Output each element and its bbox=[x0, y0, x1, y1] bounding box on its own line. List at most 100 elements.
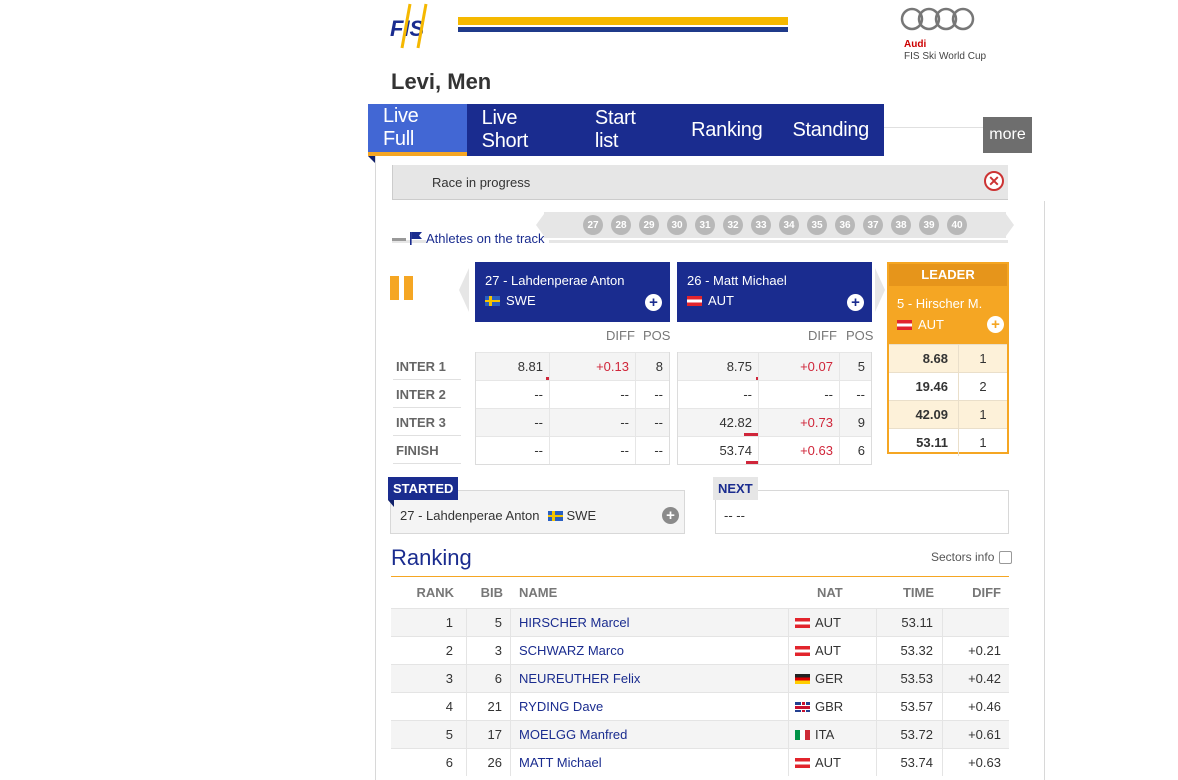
bib-badge[interactable]: 38 bbox=[891, 215, 911, 235]
table-row[interactable]: 2 3 SCHWARZ Marco AUT 53.32 +0.21 bbox=[391, 636, 1009, 664]
nat-code: GER bbox=[815, 671, 844, 686]
rank-cell: 1 bbox=[391, 609, 467, 636]
rank-cell: 2 bbox=[391, 637, 467, 664]
bib-cell: 3 bbox=[467, 637, 511, 664]
compare-next-arrow[interactable] bbox=[875, 268, 885, 312]
sectors-info-toggle[interactable]: Sectors info bbox=[931, 550, 1013, 564]
split-diff: -- bbox=[550, 381, 636, 408]
leader-add-icon[interactable]: + bbox=[987, 316, 1004, 333]
tab-start-list[interactable]: Start list bbox=[580, 104, 676, 156]
leader-split-row: 19.46 2 bbox=[889, 372, 1007, 400]
bib-cell: 17 bbox=[467, 721, 511, 748]
bib-strip-left-arrow[interactable] bbox=[536, 214, 544, 236]
split-diff: +0.07 bbox=[759, 353, 840, 380]
nat-cell: GBR bbox=[789, 693, 877, 720]
bib-badge[interactable]: 37 bbox=[863, 215, 883, 235]
bib-badge[interactable]: 29 bbox=[639, 215, 659, 235]
split-time: 53.74 bbox=[678, 437, 759, 464]
started-add-icon[interactable]: + bbox=[662, 507, 679, 524]
leader-name: 5 - Hirscher M. bbox=[897, 296, 983, 311]
bib-cell: 5 bbox=[467, 609, 511, 636]
more-button[interactable]: more bbox=[983, 117, 1032, 153]
sectors-info-checkbox[interactable] bbox=[999, 550, 1013, 564]
bib-strip-right-arrow[interactable] bbox=[1006, 214, 1014, 236]
leader-split-row: 8.68 1 bbox=[889, 344, 1007, 372]
table-row[interactable]: 4 21 RYDING Dave GBR 53.57 +0.46 bbox=[391, 692, 1009, 720]
close-icon[interactable]: ✕ bbox=[984, 171, 1004, 191]
bib-badge[interactable]: 35 bbox=[807, 215, 827, 235]
austria-flag-icon bbox=[795, 645, 810, 656]
bib-cell: 21 bbox=[467, 693, 511, 720]
bib-badge[interactable]: 32 bbox=[723, 215, 743, 235]
great-britain-flag-icon bbox=[795, 701, 810, 712]
athlete-link[interactable]: MOELGG Manfred bbox=[519, 727, 627, 742]
sweden-flag-icon bbox=[547, 510, 563, 521]
tab-live-full[interactable]: Live Full bbox=[368, 104, 467, 156]
racer1-pos-header: POS bbox=[643, 328, 671, 343]
austria-flag-icon bbox=[687, 295, 702, 306]
athlete-link[interactable]: MATT Michael bbox=[519, 755, 602, 770]
bib-badge[interactable]: 28 bbox=[611, 215, 631, 235]
main-nav: Live Full Live Short Start list Ranking … bbox=[368, 104, 884, 156]
started-label: STARTED bbox=[388, 477, 459, 500]
bib-badge[interactable]: 36 bbox=[835, 215, 855, 235]
athlete-link[interactable]: RYDING Dave bbox=[519, 699, 603, 714]
split-diff: -- bbox=[759, 381, 840, 408]
tab-live-short[interactable]: Live Short bbox=[467, 104, 580, 156]
col-rank-header[interactable]: RANK bbox=[391, 585, 467, 600]
panel-border-right bbox=[1044, 201, 1045, 780]
compare-prev-arrow[interactable] bbox=[459, 268, 469, 312]
table-row[interactable]: 1 5 HIRSCHER Marcel AUT 53.11 bbox=[391, 608, 1009, 636]
name-cell: NEUREUTHER Felix bbox=[511, 665, 789, 692]
col-bib-header[interactable]: BIB bbox=[467, 585, 511, 600]
nat-cell: GER bbox=[789, 665, 877, 692]
page-title: Levi, Men bbox=[391, 69, 492, 94]
bib-badge[interactable]: 40 bbox=[947, 215, 967, 235]
rank-cell: 5 bbox=[391, 721, 467, 748]
racer1-diff-header: DIFF bbox=[606, 328, 635, 343]
diff-cell: +0.21 bbox=[968, 643, 1001, 658]
athlete-link[interactable]: HIRSCHER Marcel bbox=[519, 615, 630, 630]
split-pos: -- bbox=[654, 415, 663, 430]
racer2-add-icon[interactable]: + bbox=[847, 294, 864, 311]
bib-badge[interactable]: 33 bbox=[751, 215, 771, 235]
diff-cell: +0.42 bbox=[968, 671, 1001, 686]
time-cell: 53.74 bbox=[877, 749, 943, 776]
split-diff: -- bbox=[550, 409, 636, 436]
split-time: 8.75 bbox=[678, 353, 759, 380]
col-diff-header[interactable]: DIFF bbox=[943, 585, 1009, 600]
split-row: -- -- -- bbox=[678, 380, 871, 408]
time-cell: 53.72 bbox=[877, 721, 943, 748]
athlete-link[interactable]: NEUREUTHER Felix bbox=[519, 671, 640, 686]
bib-badge[interactable]: 31 bbox=[695, 215, 715, 235]
split-diff: +0.13 bbox=[550, 353, 636, 380]
bib-badge[interactable]: 30 bbox=[667, 215, 687, 235]
col-time-header[interactable]: TIME bbox=[877, 585, 943, 600]
leader-nat: AUT bbox=[918, 317, 944, 332]
col-name-header[interactable]: NAME bbox=[511, 585, 789, 600]
started-racer-name: 27 - Lahdenperae Anton bbox=[400, 508, 540, 523]
sweden-flag-icon bbox=[485, 295, 500, 306]
table-row[interactable]: 6 26 MATT Michael AUT 53.74 +0.63 bbox=[391, 748, 1009, 776]
diff-cell: +0.61 bbox=[968, 727, 1001, 742]
tab-standing[interactable]: Standing bbox=[777, 104, 884, 156]
bib-badge[interactable]: 27 bbox=[583, 215, 603, 235]
racer1-add-icon[interactable]: + bbox=[645, 294, 662, 311]
bib-badge[interactable]: 34 bbox=[779, 215, 799, 235]
split-time: -- bbox=[476, 437, 550, 464]
split-pos: 5 bbox=[857, 359, 865, 374]
col-nat-header[interactable]: NAT bbox=[789, 585, 877, 600]
leader-split-time: 53.11 bbox=[889, 429, 959, 456]
athlete-link[interactable]: SCHWARZ Marco bbox=[519, 643, 624, 658]
table-row[interactable]: 5 17 MOELGG Manfred ITA 53.72 +0.61 bbox=[391, 720, 1009, 748]
bib-badge[interactable]: 39 bbox=[919, 215, 939, 235]
tab-ranking[interactable]: Ranking bbox=[676, 104, 777, 156]
racer2-pos-header: POS bbox=[846, 328, 874, 343]
pause-icon[interactable] bbox=[390, 276, 414, 300]
flag-icon bbox=[410, 232, 422, 245]
ranking-header-row: RANK BIB NAME NAT TIME DIFF bbox=[391, 577, 1009, 608]
name-cell: HIRSCHER Marcel bbox=[511, 609, 789, 636]
split-diff: +0.73 bbox=[759, 409, 840, 436]
table-row[interactable]: 3 6 NEUREUTHER Felix GER 53.53 +0.42 bbox=[391, 664, 1009, 692]
split-time: 8.81 bbox=[476, 353, 550, 380]
